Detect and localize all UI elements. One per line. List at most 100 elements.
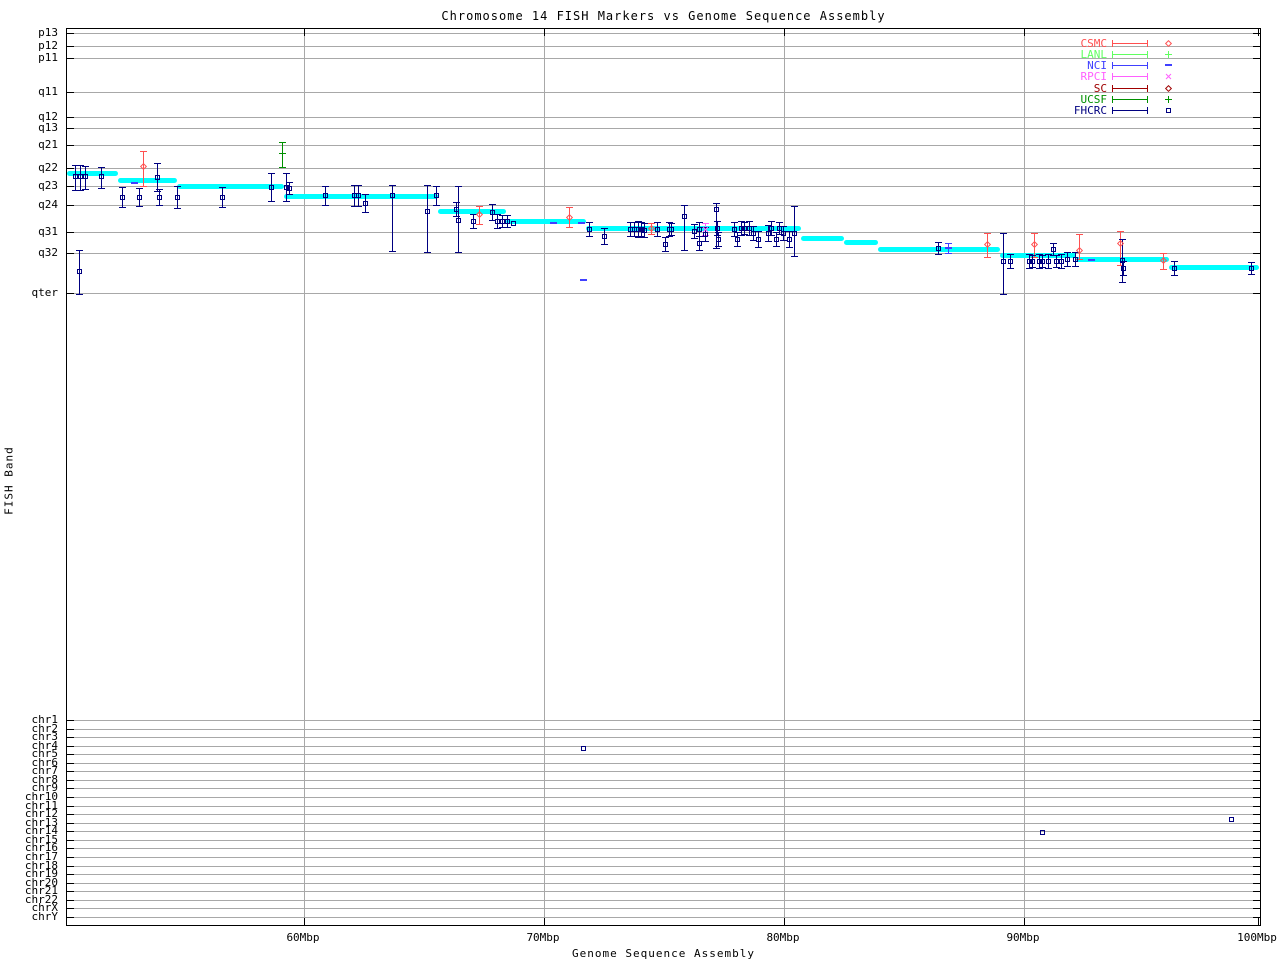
data-point-marker <box>425 209 430 214</box>
legend-sample <box>1112 83 1148 94</box>
data-point-marker <box>1040 259 1045 264</box>
error-bar-cap <box>1045 268 1052 269</box>
gridline-x <box>304 29 305 925</box>
y-tick-right <box>1253 168 1260 169</box>
y-tick-left <box>67 780 74 781</box>
legend-cap <box>1112 107 1113 114</box>
gridline-y <box>67 253 1260 254</box>
y-tick-label: q21 <box>0 139 58 150</box>
data-point-marker <box>732 227 737 232</box>
data-point-marker <box>1031 241 1038 248</box>
legend-cap <box>1112 62 1113 69</box>
error-bar-cap <box>714 221 721 222</box>
data-point-marker <box>157 195 162 200</box>
y-tick-left <box>67 145 74 146</box>
error-bar-cap <box>1031 233 1038 234</box>
y-tick-right <box>1253 720 1260 721</box>
data-point-marker <box>756 237 761 242</box>
y-tick-left <box>67 46 74 47</box>
error-bar-cap <box>746 221 753 222</box>
data-point-marker <box>137 195 142 200</box>
error-bar-cap <box>601 244 608 245</box>
error-bar-cap <box>355 185 362 186</box>
error-bar-cap <box>668 223 675 224</box>
chart-canvas: Chromosome 14 FISH Markers vs Genome Seq… <box>0 0 1280 960</box>
y-tick-right <box>1253 831 1260 832</box>
y-tick-left <box>67 205 74 206</box>
legend-line <box>1112 99 1148 100</box>
y-tick-right <box>1253 900 1260 901</box>
error-bar-cap <box>654 236 661 237</box>
x-tick-label: 70Mbp <box>503 932 583 943</box>
data-point-marker <box>669 227 674 232</box>
gridline-y <box>67 831 1260 832</box>
error-bar-cap <box>140 186 147 187</box>
error-bar-cap <box>791 256 798 257</box>
error-bar-cap <box>1160 269 1167 270</box>
error-bar-cap <box>776 222 783 223</box>
error-bar-cap <box>945 243 952 244</box>
gridline-y <box>67 883 1260 884</box>
error-bar-cap <box>691 238 698 239</box>
data-point-marker <box>697 227 702 232</box>
error-bar-cap <box>631 222 638 223</box>
legend-line <box>1112 110 1148 111</box>
y-tick-label: p12 <box>0 40 58 51</box>
y-tick-left <box>67 771 74 772</box>
error-bar-cap <box>1029 267 1036 268</box>
gridline-y <box>67 720 1260 721</box>
legend-sample <box>1112 38 1148 49</box>
y-tick-left <box>67 848 74 849</box>
y-tick-left <box>67 117 74 118</box>
assembly-line-segment <box>844 240 878 245</box>
error-bar-cap <box>1171 261 1178 262</box>
data-point-marker <box>1165 64 1172 66</box>
gridline-y <box>67 168 1260 169</box>
error-bar-cap <box>648 234 655 235</box>
data-point-marker <box>581 746 586 751</box>
y-tick-left <box>67 763 74 764</box>
data-point-marker <box>356 193 361 198</box>
gridline-y <box>67 771 1260 772</box>
assembly-line-segment <box>177 184 284 189</box>
y-tick-right <box>1253 814 1260 815</box>
data-point-marker <box>83 174 88 179</box>
error-bar-cap <box>768 221 775 222</box>
gridline-y <box>67 117 1260 118</box>
error-bar <box>684 205 685 250</box>
data-point-marker <box>77 269 82 274</box>
data-point-marker <box>269 185 274 190</box>
error-bar-cap <box>268 173 275 174</box>
legend-cap <box>1147 85 1148 92</box>
error-bar-cap <box>715 246 722 247</box>
error-bar-cap <box>219 207 226 208</box>
gridline-y <box>67 293 1260 294</box>
x-tick-bottom <box>544 918 545 925</box>
y-tick-label: q32 <box>0 247 58 258</box>
error-bar-cap <box>641 237 648 238</box>
gridline-y <box>67 806 1260 807</box>
error-bar-cap <box>984 257 991 258</box>
gridline-y <box>67 746 1260 747</box>
error-bar-cap <box>470 228 477 229</box>
data-point-marker <box>1030 259 1035 264</box>
error-bar-cap <box>476 224 483 225</box>
x-tick-top <box>304 29 305 36</box>
x-axis-label: Genome Sequence Assembly <box>66 947 1261 960</box>
error-bar-cap <box>668 235 675 236</box>
gridline-y <box>67 145 1260 146</box>
x-tick-bottom <box>1024 918 1025 925</box>
error-bar-cap <box>1053 255 1060 256</box>
legend-line <box>1112 54 1148 55</box>
data-point-marker <box>287 186 292 191</box>
error-bar-cap <box>935 242 942 243</box>
data-point-marker <box>454 207 459 212</box>
marker-stroke <box>1165 54 1172 55</box>
error-bar-cap <box>433 186 440 187</box>
error-bar-cap <box>476 206 483 207</box>
data-point-marker <box>1051 247 1056 252</box>
y-tick-left <box>67 232 74 233</box>
marker-stroke <box>279 153 286 154</box>
y-tick-right <box>1253 92 1260 93</box>
y-tick-left <box>67 891 74 892</box>
